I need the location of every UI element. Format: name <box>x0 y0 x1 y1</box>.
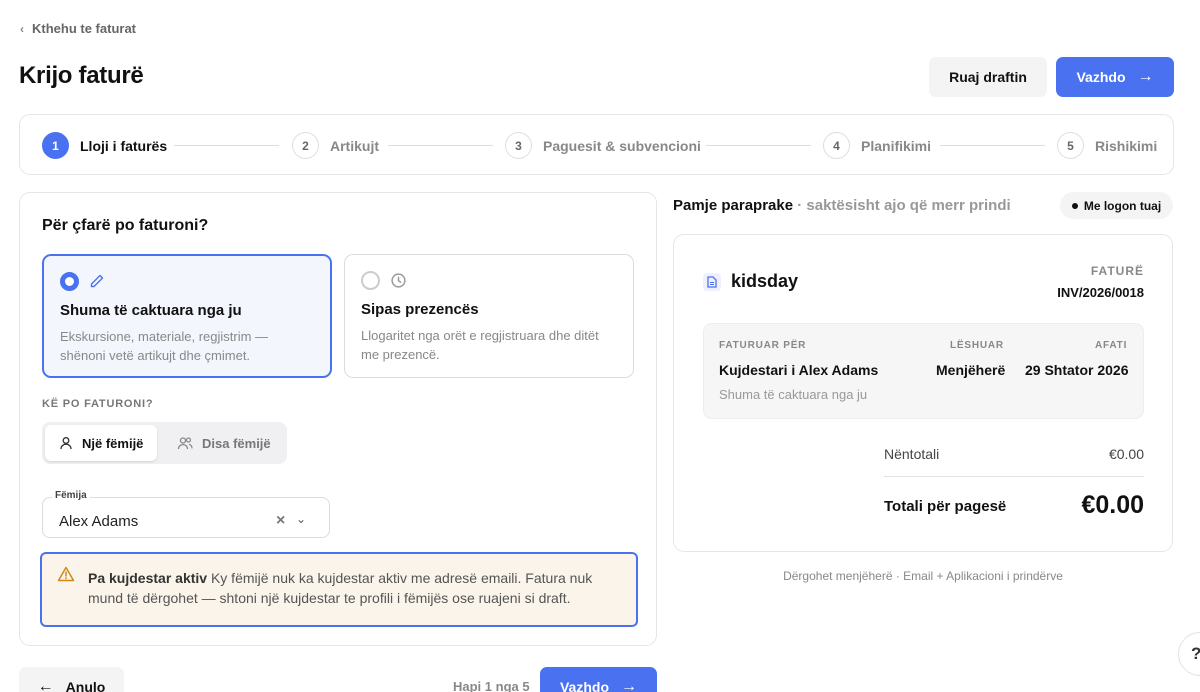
step-label: Planifikimi <box>861 137 932 154</box>
due-value: 29 Shtator 2026 <box>1025 362 1129 378</box>
step-label: Lloji i faturës <box>80 137 168 154</box>
help-button[interactable]: ? <box>1178 632 1200 676</box>
who-label: KË PO FATURONI? <box>42 398 154 410</box>
back-link[interactable]: ‹ Kthehu te faturat <box>20 21 136 36</box>
dot-icon <box>1071 202 1078 209</box>
step-3[interactable]: 3 Paguesit & subvencioni <box>505 132 701 159</box>
back-link-label: Kthehu te faturat <box>32 21 136 36</box>
issued-value: Menjëherë <box>936 362 1006 378</box>
step-number: 2 <box>292 132 319 159</box>
option-description: Ekskursione, materiale, regjistrim — shë… <box>60 329 269 363</box>
billed-to-sub: Shuma të caktuara nga ju <box>719 387 868 402</box>
warning-title: Pa kujdestar aktiv <box>88 570 208 586</box>
arrow-left-icon: ← <box>37 678 54 692</box>
step-label: Artikujt <box>330 137 379 154</box>
invoice-number: INV/2026/0018 <box>1057 285 1144 300</box>
clear-icon[interactable]: × <box>276 512 285 530</box>
warning-triangle-icon <box>57 566 75 582</box>
brand-name: kidsday <box>731 271 799 291</box>
save-draft-button[interactable]: Ruaj draftin <box>929 57 1047 97</box>
step-4[interactable]: 4 Planifikimi <box>823 132 931 159</box>
step-number: 4 <box>823 132 850 159</box>
total-value: €0.00 <box>1081 491 1144 519</box>
page-title: Krijo faturë <box>19 62 144 89</box>
issued-label: LËSHUAR <box>950 340 1004 351</box>
delivery-note: Dërgohet menjëherë · Email + Aplikacioni… <box>783 569 1063 583</box>
chevron-left-icon: ‹ <box>20 21 24 36</box>
stepper: 1 Lloji i faturës 2 Artikujt 3 Paguesit … <box>19 114 1174 175</box>
step-number: 3 <box>505 132 532 159</box>
segment-label: Një fëmijë <box>82 435 144 451</box>
step-label: Rishikimi <box>1095 137 1158 154</box>
arrow-right-icon: → <box>1137 68 1154 85</box>
option-description: Llogaritet nga orët e regjistruara dhe d… <box>361 328 599 362</box>
step-2[interactable]: 2 Artikujt <box>292 132 379 159</box>
person-icon <box>60 437 72 450</box>
billed-to-label: FATURUAR PËR <box>719 340 807 351</box>
subtotal-label: Nëntotali <box>884 446 940 462</box>
radio-unselected[interactable] <box>361 270 380 290</box>
step-connector <box>174 145 279 146</box>
step-number: 1 <box>42 132 69 159</box>
document-icon <box>703 272 721 291</box>
segment-label: Disa fëmijë <box>202 435 271 451</box>
step-counter: Hapi 1 nga 5 <box>453 679 530 692</box>
invoice-type-question: Për çfarë po faturoni? <box>42 217 209 234</box>
multiple-children-segment[interactable]: Disa fëmijë <box>163 425 285 461</box>
preview-title: Pamje paraprake <box>673 197 794 214</box>
divider <box>884 476 1144 477</box>
arrow-right-icon: → <box>621 678 637 692</box>
step-connector <box>940 145 1045 146</box>
step-connector <box>388 145 493 146</box>
single-child-segment[interactable]: Një fëmijë <box>45 425 158 461</box>
step-5[interactable]: 5 Rishikimi <box>1057 132 1157 159</box>
billed-to-value: Kujdestari i Alex Adams <box>719 362 879 378</box>
warning-banner: Pa kujdestar aktiv Ky fëmijë nuk ka kujd… <box>40 552 638 627</box>
due-label: AFATI <box>1095 340 1128 351</box>
pencil-icon <box>90 274 104 288</box>
child-count-toggle: Një fëmijë Disa fëmijë <box>42 422 287 464</box>
logo-chip-label: Me logon tuaj <box>1083 198 1162 213</box>
option-title: Shuma të caktuara nga ju <box>60 302 242 319</box>
continue-button-label: Vazhdo <box>1076 69 1126 85</box>
step-label: Paguesit & subvencioni <box>543 137 701 154</box>
chevron-down-icon[interactable]: ⌄ <box>296 512 306 526</box>
subtotal-value: €0.00 <box>1108 446 1144 462</box>
preview-heading: Pamje paraprake · saktësisht ajo që merr… <box>673 197 1011 214</box>
option-title: Sipas prezencës <box>361 301 479 318</box>
continue-button[interactable]: Vazhdo → <box>1056 57 1174 97</box>
step-1[interactable]: 1 Lloji i faturës <box>42 132 167 159</box>
preview-subtitle: · saktësisht ajo që merr prindi <box>793 197 1011 214</box>
total-label: Totali për pagesë <box>884 498 1007 515</box>
child-select-label: Fëmija <box>52 490 90 501</box>
continue-button-label: Vazhdo <box>559 679 609 692</box>
logo-chip[interactable]: Me logon tuaj <box>1060 192 1173 219</box>
cancel-button-label: Anulo <box>65 679 106 692</box>
child-select-value: Alex Adams <box>59 513 139 530</box>
step-number: 5 <box>1057 132 1084 159</box>
step-connector <box>706 145 811 146</box>
option-fixed-amounts[interactable]: Shuma të caktuara nga ju Ekskursione, ma… <box>42 254 332 378</box>
radio-selected[interactable] <box>60 271 79 291</box>
continue-button-bottom[interactable]: Vazhdo → <box>540 667 657 692</box>
clock-history-icon <box>391 272 406 288</box>
invoice-label: FATURË <box>1090 264 1144 278</box>
option-attendance[interactable]: Sipas prezencës Llogaritet nga orët e re… <box>344 254 634 378</box>
cancel-button[interactable]: ← Anulo <box>19 667 124 692</box>
brand: kidsday <box>703 271 798 292</box>
people-icon <box>177 437 193 450</box>
